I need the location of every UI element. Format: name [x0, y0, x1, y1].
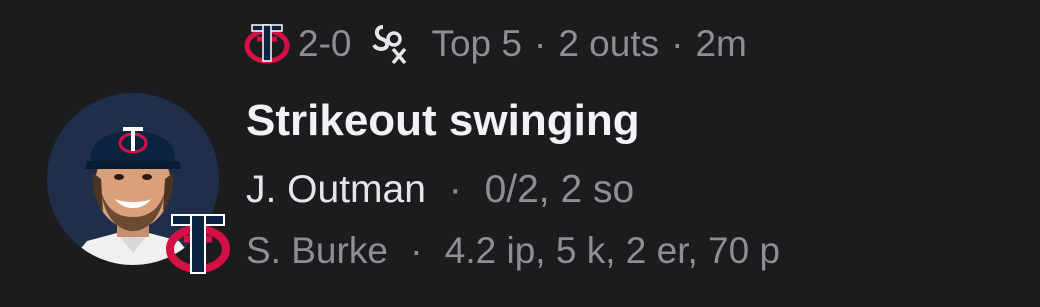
inning-text: Top 5 — [431, 23, 522, 64]
time-ago-text: 2m — [695, 23, 747, 64]
outs-text: 2 outs — [558, 23, 660, 64]
pitcher-stats: 4.2 ip, 5 k, 2 er, 70 p — [444, 230, 781, 271]
game-score: 2-0 — [298, 23, 352, 64]
batter-line: J. Outman · 0/2, 2 so — [246, 168, 634, 212]
separator-dot: · — [671, 23, 684, 64]
separator-dot: · — [448, 168, 462, 211]
separator-dot: · — [534, 23, 547, 64]
twins-logo-icon — [166, 214, 230, 274]
batter-stats: 0/2, 2 so — [484, 168, 635, 211]
batter-name[interactable]: J. Outman — [246, 168, 426, 211]
event-title: Strikeout swinging — [246, 96, 640, 145]
pitcher-line: S. Burke · 4.2 ip, 5 k, 2 er, 70 p — [246, 230, 780, 272]
pitcher-name[interactable]: S. Burke — [246, 230, 388, 271]
play-update-card[interactable]: 2-0 Top 5 · 2 outs · 2m Strikeout swingi… — [0, 0, 1040, 307]
game-status-line: 2-0 Top 5 · 2 outs · 2m — [244, 18, 747, 70]
twins-logo-icon — [244, 24, 290, 64]
white-sox-logo-icon — [372, 25, 407, 65]
separator-dot: · — [410, 230, 423, 271]
